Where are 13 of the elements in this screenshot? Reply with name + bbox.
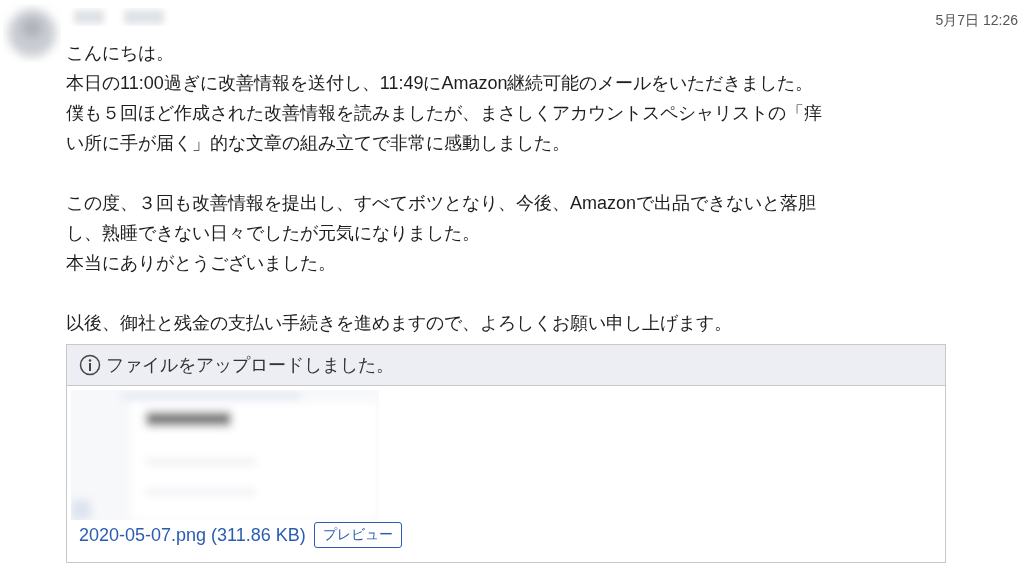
- message-text: 僕も５回ほど作成された改善情報を読みましたが、まさしくアカウントスペシャリストの「痒: [66, 102, 823, 125]
- message-text: し、熟睡できない日々でしたが元気になりました。: [66, 222, 481, 245]
- message-text: 本当にありがとうございました。: [66, 252, 337, 275]
- message-text: こんにちは。: [66, 42, 175, 65]
- info-icon: [79, 354, 101, 376]
- message-text: この度、３回も改善情報を提出し、すべてボツとなり、今後、Amazonで出品できないと落胆: [66, 192, 818, 215]
- upload-notice: ファイルをアップロードしました。: [106, 354, 394, 377]
- preview-button[interactable]: プレビュー: [313, 522, 402, 548]
- message-text: 本日の11:00過ぎに改善情報を送付し、11:49にAmazon継続可能のメールをいただきました。: [66, 72, 815, 95]
- file-link[interactable]: 2020-05-07.png (311.86 KB): [79, 524, 306, 546]
- message-text: 以後、御社と残金の支払い手続きを進めますので、よろしくお願い申し上げます。: [66, 312, 733, 335]
- message-text: い所に手が届く」的な文章の組み立てで非常に感動しました。: [66, 132, 571, 155]
- timestamp: 5月7日 12:26: [935, 12, 1018, 30]
